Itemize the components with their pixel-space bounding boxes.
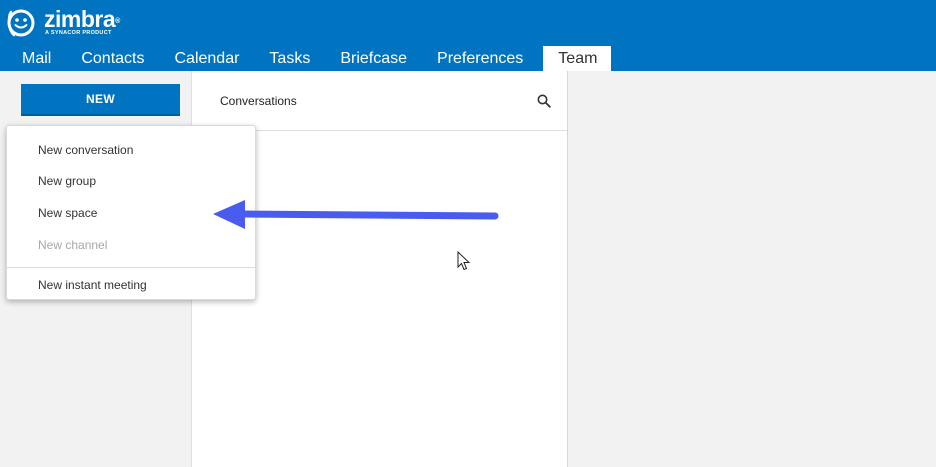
logo-tagline: A SYNACOR PRODUCT [45,30,112,36]
reading-pane [568,71,936,467]
zimbra-logo[interactable]: zimbra® A SYNACOR PRODUCT [6,8,120,38]
logo-text: zimbra® A SYNACOR PRODUCT [44,8,120,37]
tab-briefcase[interactable]: Briefcase [325,46,422,71]
tab-mail[interactable]: Mail [0,46,66,71]
zimbra-smiley-icon [7,9,35,37]
tab-contacts[interactable]: Contacts [66,46,159,71]
tab-team[interactable]: Team [543,46,612,71]
menu-item-new-space[interactable]: New space [38,206,97,220]
new-button[interactable]: NEW [21,84,180,116]
menu-item-new-group[interactable]: New group [38,174,96,188]
tab-tasks[interactable]: Tasks [254,46,325,71]
conversations-title: Conversations [220,94,297,108]
app-window: zimbra® A SYNACOR PRODUCT Mail Contacts … [0,0,936,467]
tab-preferences[interactable]: Preferences [422,46,538,71]
tab-calendar[interactable]: Calendar [159,46,254,71]
logo-wordmark: zimbra® [44,6,120,32]
conversations-header: Conversations [192,71,567,131]
top-header: zimbra® A SYNACOR PRODUCT Mail Contacts … [0,0,936,71]
menu-item-new-channel: New channel [38,238,108,252]
menu-item-new-instant-meeting[interactable]: New instant meeting [38,278,147,292]
menu-item-new-conversation[interactable]: New conversation [38,143,133,157]
search-icon[interactable] [537,94,551,108]
menu-divider [7,267,255,268]
mouse-pointer-icon [457,251,471,271]
main-nav: Mail Contacts Calendar Tasks Briefcase P… [0,46,612,71]
annotation-arrow-icon [213,200,499,229]
